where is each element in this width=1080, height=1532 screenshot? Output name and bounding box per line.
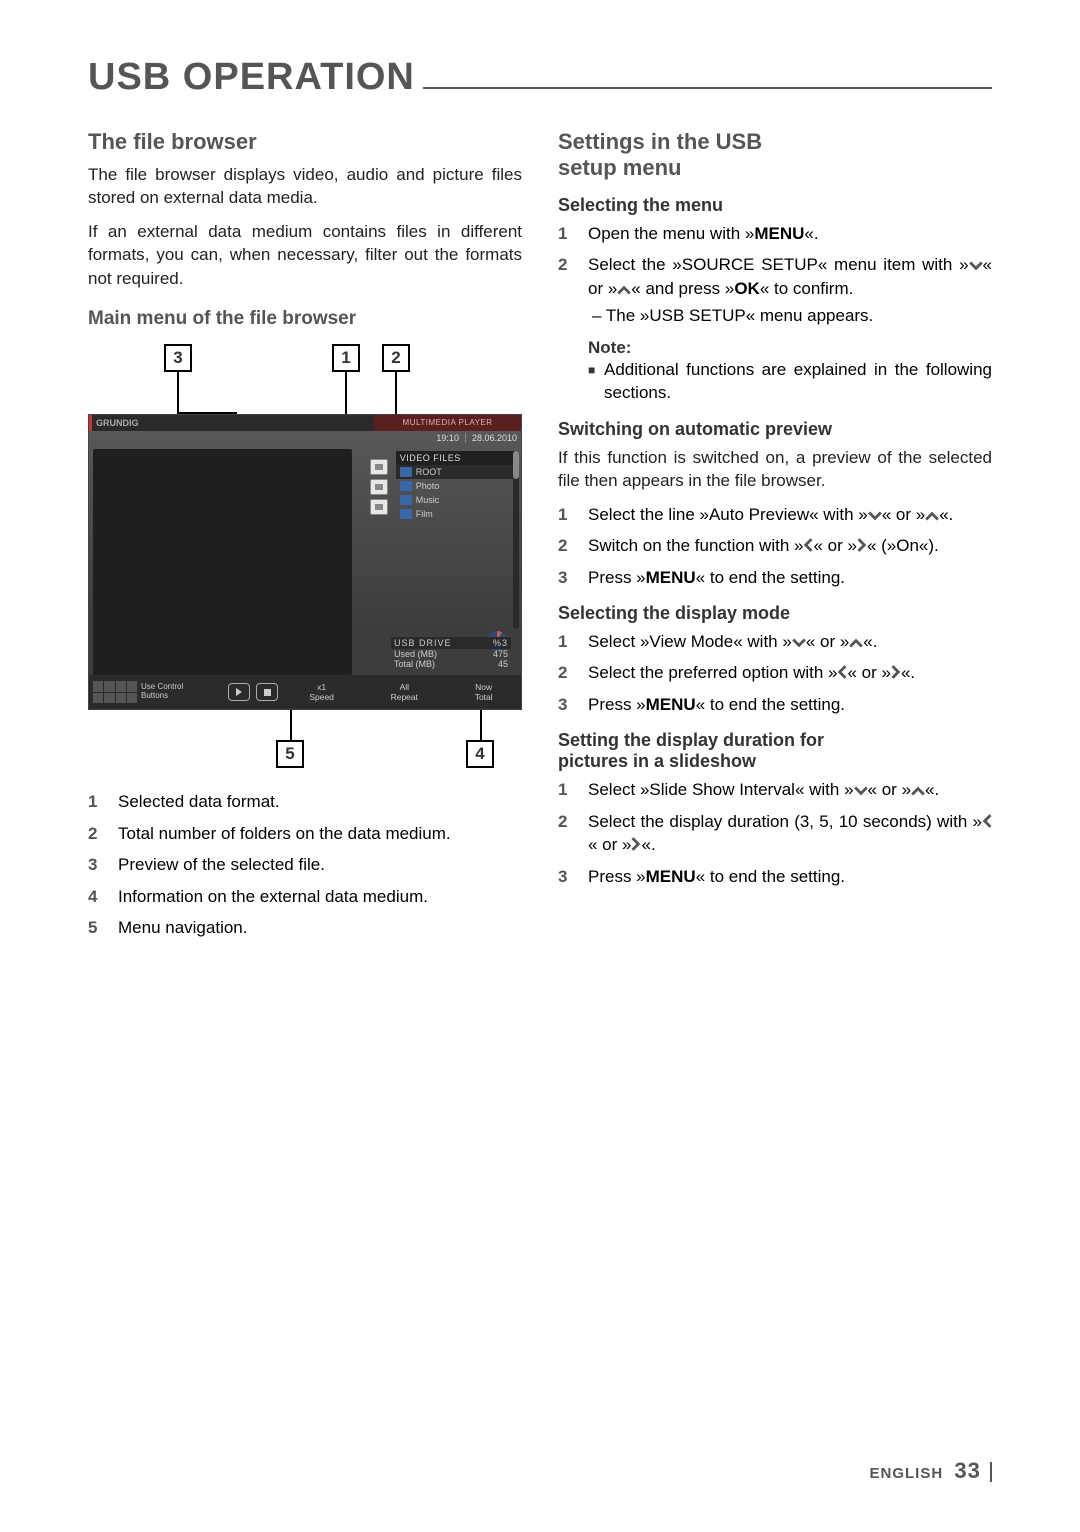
brand-label: MULTIMEDIA PLAYER bbox=[374, 415, 521, 431]
sec2-step2: Switch on the function with »« or »« (»O… bbox=[588, 534, 992, 557]
page-footer: ENGLISH 33 bbox=[869, 1458, 992, 1484]
callout-2: 2 bbox=[382, 344, 410, 372]
sec2-step1: Select the line »Auto Preview« with »« o… bbox=[588, 503, 992, 526]
folder-icon bbox=[400, 481, 412, 491]
nav-bar: Use ControlButtons x1Speed AllRepeat Now… bbox=[89, 675, 521, 709]
sec4-step1: Select »Slide Show Interval« with »« or … bbox=[588, 778, 992, 801]
folder-icon bbox=[400, 509, 412, 519]
file-browser-p1: The file browser displays video, audio a… bbox=[88, 163, 522, 210]
sec1-step2: Select the »SOURCE SETUP« menu item with… bbox=[588, 253, 992, 327]
down-arrow-icon bbox=[854, 786, 868, 796]
drive-info: USB DRIVE%3 Used (MB)475 Total (MB)45 bbox=[391, 637, 511, 669]
legend-1: Selected data format. bbox=[118, 790, 522, 813]
note-box: Note: ■Additional functions are explaine… bbox=[588, 338, 992, 405]
file-scrollbar bbox=[513, 451, 519, 629]
right-arrow-icon bbox=[631, 837, 641, 851]
up-arrow-icon bbox=[849, 638, 863, 648]
file-list-header: VIDEO FILES bbox=[396, 451, 517, 465]
screen-time: 19:10 bbox=[436, 433, 459, 443]
up-arrow-icon bbox=[617, 285, 631, 295]
callout-5: 5 bbox=[276, 740, 304, 768]
legend-list: 1Selected data format. 2Total number of … bbox=[88, 790, 522, 939]
format-icon-video bbox=[370, 459, 388, 475]
right-column: Settings in the USBsetup menu Selecting … bbox=[558, 129, 992, 948]
left-arrow-icon bbox=[837, 665, 847, 679]
footer-language: ENGLISH bbox=[869, 1465, 943, 1482]
brand-name: GRUNDIG bbox=[89, 415, 374, 431]
right-arrow-icon bbox=[857, 538, 867, 552]
legend-5: Menu navigation. bbox=[118, 916, 522, 939]
main-menu-heading: Main menu of the file browser bbox=[88, 308, 522, 330]
page-title-row: USB OPERATION bbox=[88, 56, 992, 99]
file-list: VIDEO FILES ROOT Photo Music Film bbox=[396, 451, 517, 545]
sec3-step1: Select »View Mode« with »« or »«. bbox=[588, 630, 992, 653]
callout-3: 3 bbox=[164, 344, 192, 372]
title-rule bbox=[423, 87, 992, 89]
down-arrow-icon bbox=[969, 261, 983, 271]
callout-1: 1 bbox=[332, 344, 360, 372]
format-icon-photo bbox=[370, 499, 388, 515]
file-browser-p2: If an external data medium contains file… bbox=[88, 220, 522, 290]
file-row-root: ROOT bbox=[396, 465, 517, 479]
legend-3: Preview of the selected file. bbox=[118, 853, 522, 876]
legend-4: Information on the external data medium. bbox=[118, 885, 522, 908]
play-icon bbox=[228, 683, 250, 701]
left-arrow-icon bbox=[803, 538, 813, 552]
left-arrow-icon bbox=[982, 814, 992, 828]
page-title: USB OPERATION bbox=[88, 56, 415, 99]
screen-mock: GRUNDIG MULTIMEDIA PLAYER 19:10 28.06.20… bbox=[88, 414, 522, 710]
slideshow-heading: Setting the display duration forpictures… bbox=[558, 730, 992, 772]
up-arrow-icon bbox=[925, 511, 939, 521]
callout-4: 4 bbox=[466, 740, 494, 768]
left-column: The file browser The file browser displa… bbox=[88, 129, 522, 948]
folder-icon bbox=[400, 495, 412, 505]
color-keys-icon bbox=[93, 681, 137, 703]
display-mode-heading: Selecting the display mode bbox=[558, 603, 992, 624]
stop-icon bbox=[256, 683, 278, 701]
sec4-step3: Press »MENU« to end the setting. bbox=[588, 865, 992, 888]
screen-date: 28.06.2010 bbox=[472, 433, 517, 443]
legend-2: Total number of folders on the data medi… bbox=[118, 822, 522, 845]
file-row-film: Film bbox=[396, 507, 517, 521]
usb-settings-heading: Settings in the USBsetup menu bbox=[558, 129, 992, 181]
sec4-step2: Select the display duration (3, 5, 10 se… bbox=[588, 810, 992, 857]
auto-preview-p: If this function is switched on, a previ… bbox=[558, 446, 992, 493]
sec3-step3: Press »MENU« to end the setting. bbox=[588, 693, 992, 716]
selecting-menu-heading: Selecting the menu bbox=[558, 195, 992, 216]
file-browser-heading: The file browser bbox=[88, 129, 522, 155]
note-text: Additional functions are explained in th… bbox=[604, 358, 992, 405]
format-icons bbox=[370, 459, 390, 519]
folder-icon bbox=[400, 467, 412, 477]
format-icon-music bbox=[370, 479, 388, 495]
footer-page-number: 33 bbox=[954, 1458, 980, 1483]
sec3-step2: Select the preferred option with »« or »… bbox=[588, 661, 992, 684]
file-browser-diagram: 3 1 2 GRUNDIG MULTIMEDIA PLAYER 19:10 bbox=[88, 344, 522, 772]
right-arrow-icon bbox=[891, 665, 901, 679]
down-arrow-icon bbox=[792, 638, 806, 648]
file-row-photo: Photo bbox=[396, 479, 517, 493]
sec2-step3: Press »MENU« to end the setting. bbox=[588, 566, 992, 589]
auto-preview-heading: Switching on automatic preview bbox=[558, 419, 992, 440]
down-arrow-icon bbox=[868, 511, 882, 521]
up-arrow-icon bbox=[911, 786, 925, 796]
sec1-step1: Open the menu with »MENU«. bbox=[588, 222, 992, 245]
preview-pane bbox=[93, 449, 352, 675]
file-row-music: Music bbox=[396, 493, 517, 507]
